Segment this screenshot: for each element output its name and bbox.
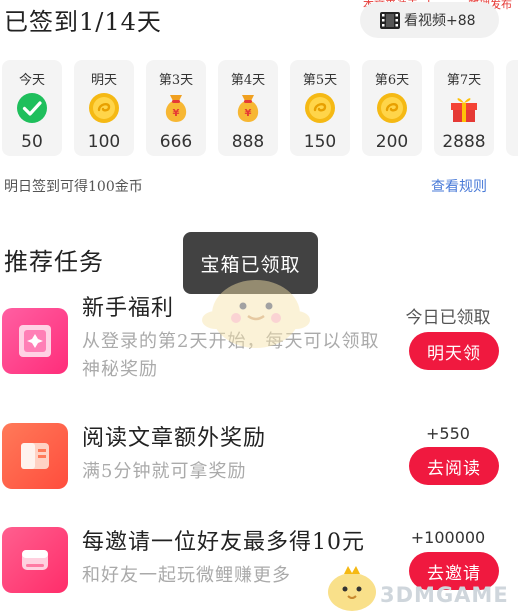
claim-tomorrow-button[interactable]: 明天领 bbox=[409, 332, 499, 370]
day-label: 第3天 bbox=[158, 73, 194, 88]
day-value: 888 bbox=[231, 132, 265, 152]
checkin-day-1[interactable]: 今天 50 bbox=[2, 60, 62, 156]
film-icon bbox=[380, 11, 400, 29]
day-value: 50 bbox=[21, 132, 43, 152]
task-title: 每邀请一位好友最多得10元 bbox=[82, 530, 365, 555]
day-label: 今天 bbox=[18, 73, 45, 88]
watch-video-label: 看视频+88 bbox=[404, 13, 476, 29]
checkin-day-2[interactable]: 明天 100 bbox=[74, 60, 134, 156]
coin-icon bbox=[377, 93, 407, 123]
task-description: 满5分钟就可拿奖励 bbox=[82, 461, 247, 482]
header: 已签到1/14天 看视频+88 bbox=[0, 0, 518, 42]
task-item-reading: 阅读文章额外奖励 满5分钟就可拿奖励 +550 去阅读 bbox=[0, 420, 518, 510]
day-value: 200 bbox=[375, 132, 409, 152]
day-label: 明天 bbox=[90, 73, 117, 88]
coin-icon bbox=[305, 93, 335, 123]
mascot-logo-icon bbox=[328, 566, 376, 611]
task-reward: 今日已领取 bbox=[405, 308, 491, 328]
money-bag-icon: ¥ bbox=[237, 95, 259, 122]
gift-box-icon bbox=[2, 308, 68, 374]
coin-icon bbox=[89, 93, 119, 123]
task-reward: +100000 bbox=[410, 528, 486, 547]
mascot-watermark-icon bbox=[202, 280, 310, 348]
day-value: 666 bbox=[159, 132, 193, 152]
checkin-day-7[interactable]: 第7天 2888 bbox=[434, 60, 494, 156]
checkin-day-3[interactable]: 第3天 ¥ 666 bbox=[146, 60, 206, 156]
day-value: 100 bbox=[87, 132, 121, 152]
book-icon bbox=[2, 423, 68, 489]
gift-icon bbox=[451, 98, 477, 122]
watch-video-button[interactable]: 看视频+88 bbox=[360, 2, 499, 38]
signed-days-title: 已签到1/14天 bbox=[4, 8, 162, 36]
svg-text:¥: ¥ bbox=[245, 108, 252, 119]
checkin-days-row: 今天 50 明天 100 第3天 ¥ 666 第4天 ¥ 888 第5天 150… bbox=[0, 60, 518, 156]
money-bag-icon: ¥ bbox=[165, 95, 187, 122]
recommended-tasks-title: 推荐任务 bbox=[4, 248, 104, 276]
day-label: 第6天 bbox=[374, 73, 410, 88]
task-reward: +550 bbox=[426, 424, 470, 443]
day-label: 第5天 bbox=[302, 73, 338, 88]
checkin-day-4[interactable]: 第4天 ¥ 888 bbox=[218, 60, 278, 156]
check-icon bbox=[17, 93, 47, 123]
tomorrow-reward-hint: 明日签到可得100金币 bbox=[4, 179, 143, 195]
svg-text:¥: ¥ bbox=[173, 108, 180, 119]
day-label: 第7天 bbox=[446, 73, 482, 88]
task-title: 阅读文章额外奖励 bbox=[82, 426, 267, 451]
task-title: 新手福利 bbox=[82, 296, 175, 321]
checkin-day-5[interactable]: 第5天 150 bbox=[290, 60, 350, 156]
invite-icon bbox=[2, 527, 68, 593]
day-value: 2888 bbox=[442, 132, 486, 152]
go-read-button[interactable]: 去阅读 bbox=[409, 447, 499, 485]
day-value: 150 bbox=[303, 132, 337, 152]
checkin-day-8-partial[interactable] bbox=[506, 60, 518, 156]
day-label: 第4天 bbox=[230, 73, 266, 88]
checkin-day-6[interactable]: 第6天 200 bbox=[362, 60, 422, 156]
brand-logo-text: 3DMGAME bbox=[380, 583, 509, 607]
view-rules-link[interactable]: 查看规则 bbox=[431, 176, 487, 196]
